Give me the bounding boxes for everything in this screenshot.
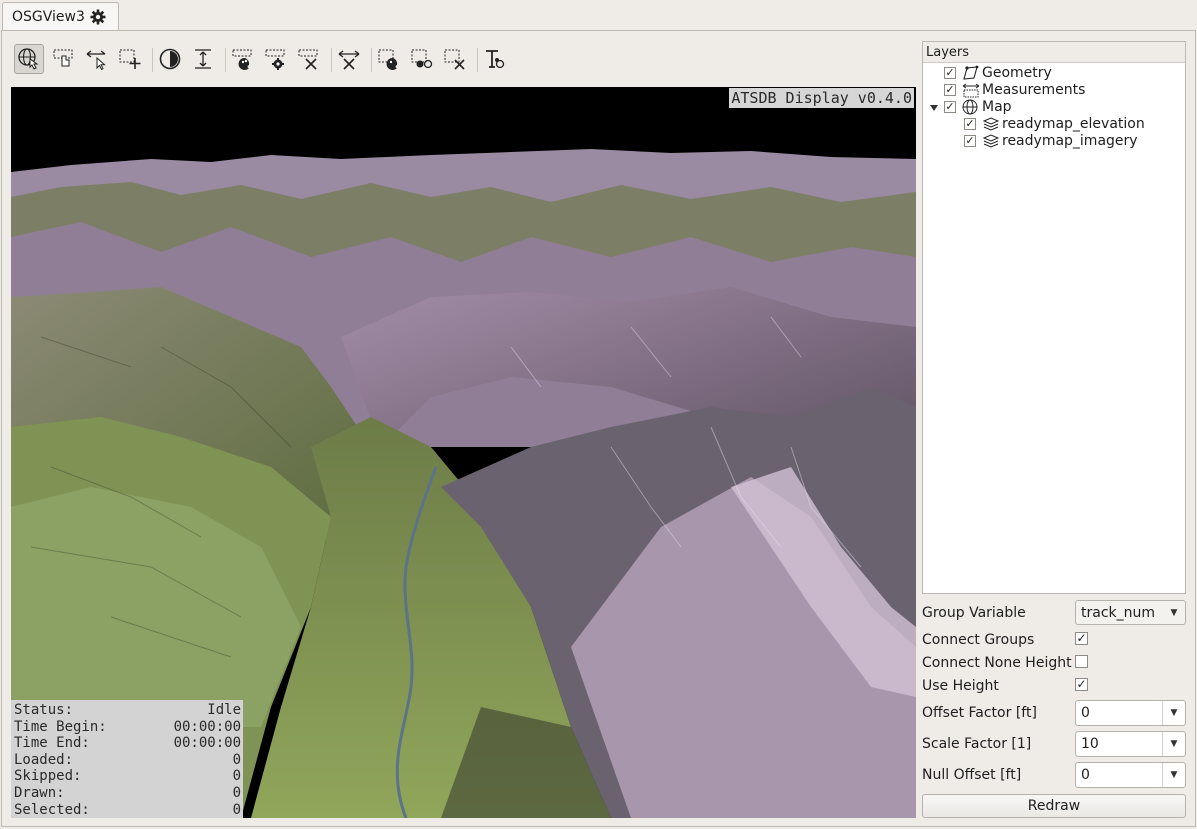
add-area-icon[interactable] (115, 44, 145, 74)
scale-factor-input[interactable]: 10 ▼ (1075, 731, 1186, 757)
toolbar-separator (331, 48, 332, 72)
scale-factor-label: Scale Factor [1] (922, 736, 1032, 752)
null-offset-input[interactable]: 0 ▼ (1075, 762, 1186, 788)
stat-status: Status: Idle (14, 702, 241, 718)
connect-groups-checkbox[interactable]: ✓ (1075, 632, 1088, 645)
toolbar-separator (225, 48, 226, 72)
height-icon[interactable] (188, 44, 218, 74)
tab-label: OSGView3 (12, 8, 85, 25)
layers-panel: Layers ✓ Geometry ✓ Measurements ✓ Map ✓… (922, 41, 1186, 594)
gear-icon[interactable] (90, 9, 106, 25)
stats-overlay: Status: Idle Time Begin: 00:00:00 Time End… (11, 700, 243, 818)
layer-item-geometry[interactable]: ✓ Geometry (944, 64, 1052, 81)
layer-item-map[interactable]: ✓ Map (944, 98, 1012, 115)
use-height-label: Use Height (922, 678, 999, 694)
stat-selected: Selected: 0 (14, 801, 241, 818)
stat-skipped: Skipped: 0 (14, 768, 241, 785)
tab-osgview3[interactable]: OSGView3 (2, 2, 119, 30)
layers-icon (982, 133, 1000, 149)
use-height-checkbox[interactable]: ✓ (1075, 678, 1088, 691)
group-variable-select[interactable]: track_num ▼ (1075, 600, 1186, 625)
chevron-down-icon: ▼ (1170, 607, 1178, 618)
null-offset-label: Null Offset [ft] (922, 767, 1022, 783)
time-filter-icon[interactable] (155, 44, 185, 74)
layers-icon (982, 116, 1000, 132)
redraw-button[interactable]: Redraw (922, 794, 1186, 818)
layer-item-measurements[interactable]: ✓ Measurements (944, 81, 1085, 98)
readymap-elevation-checkbox[interactable]: ✓ (964, 117, 976, 130)
toolbar-separator (371, 48, 372, 72)
map-viewport[interactable]: ATSDB Display v0.4.0 Status: Idle Time Be… (11, 87, 916, 818)
offset-factor-value: 0 (1081, 705, 1090, 721)
scale-factor-value: 10 (1081, 736, 1099, 752)
chevron-down-icon[interactable]: ▼ (1162, 732, 1185, 756)
select-hand-icon[interactable] (49, 44, 79, 74)
readymap-imagery-checkbox[interactable]: ✓ (964, 134, 976, 147)
connect-groups-label: Connect Groups (922, 632, 1035, 648)
chevron-down-icon[interactable]: ▼ (1162, 701, 1185, 725)
clear-style-icon[interactable] (294, 44, 324, 74)
layers-title: Layers (923, 42, 1185, 63)
stat-loaded: Loaded: 0 (14, 751, 241, 768)
geometry-icon (962, 65, 980, 81)
select-group-icon[interactable] (374, 44, 404, 74)
chevron-down-icon[interactable] (929, 103, 939, 113)
toolbar-separator (152, 48, 153, 72)
map-checkbox[interactable]: ✓ (944, 100, 956, 113)
stat-time-begin: Time Begin: 00:00:00 (14, 718, 241, 735)
connect-none-height-checkbox[interactable] (1075, 655, 1088, 668)
stat-time-end: Time End: 00:00:00 (14, 735, 241, 752)
layer-item-readymap-imagery[interactable]: ✓ readymap_imagery (964, 132, 1138, 149)
remove-measure-icon[interactable] (334, 44, 364, 74)
display-title: ATSDB Display v0.4.0 (729, 88, 914, 108)
text-label-icon[interactable] (480, 44, 510, 74)
offset-factor-label: Offset Factor [ft] (922, 705, 1037, 721)
style-settings-icon[interactable] (261, 44, 291, 74)
geometry-checkbox[interactable]: ✓ (944, 66, 956, 79)
toolbar-separator (477, 48, 478, 72)
layer-label: readymap_imagery (1002, 132, 1138, 149)
group-variable-label: Group Variable (922, 605, 1026, 621)
layer-label: readymap_elevation (1002, 115, 1145, 132)
layer-item-readymap-elevation[interactable]: ✓ readymap_elevation (964, 115, 1145, 132)
layer-label: Measurements (982, 81, 1086, 98)
offset-factor-input[interactable]: 0 ▼ (1075, 700, 1186, 726)
layer-label: Geometry (982, 64, 1052, 81)
group-variable-value: track_num (1081, 604, 1156, 621)
select-points-icon[interactable] (407, 44, 437, 74)
stat-drawn: Drawn: 0 (14, 784, 241, 801)
measurements-icon (962, 82, 980, 98)
style-icon[interactable] (228, 44, 258, 74)
measurements-checkbox[interactable]: ✓ (944, 83, 956, 96)
measure-arrow-icon[interactable] (82, 44, 112, 74)
layer-label: Map (982, 98, 1012, 115)
globe-icon (962, 99, 980, 115)
navigate-icon[interactable] (14, 44, 44, 74)
connect-none-height-label: Connect None Height (922, 655, 1072, 671)
chevron-down-icon[interactable]: ▼ (1162, 763, 1185, 787)
tab-bar: OSGView3 (0, 0, 1197, 31)
clear-selection-icon[interactable] (440, 44, 470, 74)
null-offset-value: 0 (1081, 767, 1090, 783)
